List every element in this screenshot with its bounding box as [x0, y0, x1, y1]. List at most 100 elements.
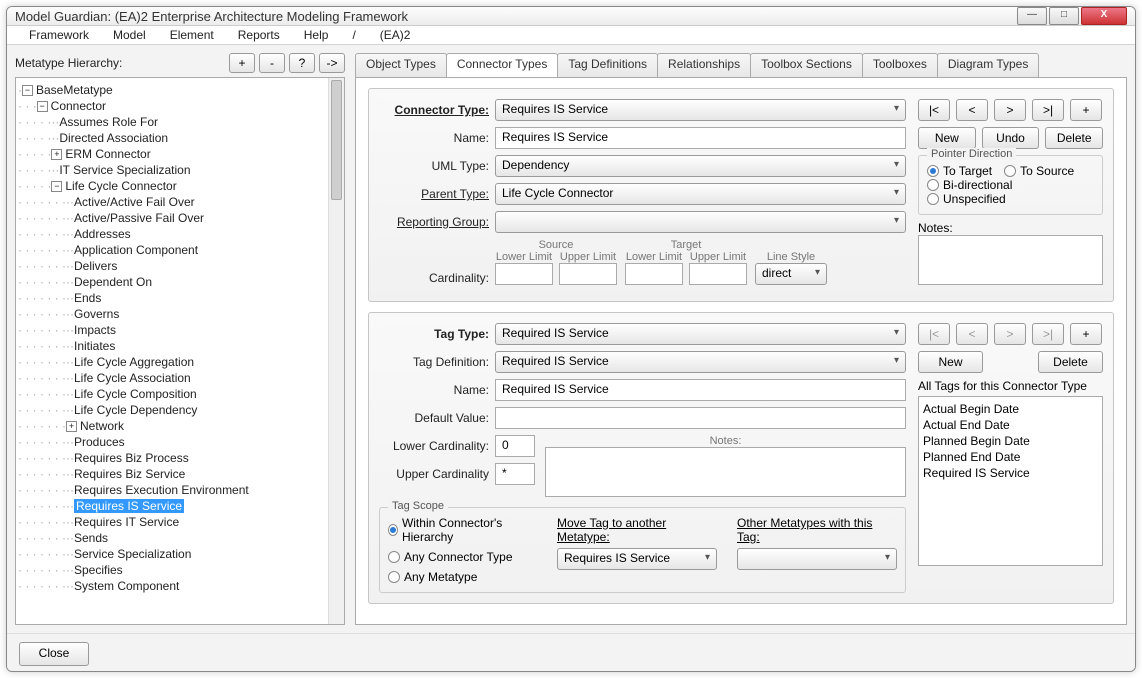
ct-nav-next[interactable]: > — [994, 99, 1026, 121]
tree-item[interactable]: · · · · · · · ·· Life Cycle Dependency — [18, 402, 342, 418]
tab-tag-definitions[interactable]: Tag Definitions — [557, 53, 658, 77]
tt-nav-next[interactable]: > — [994, 323, 1026, 345]
menu-sep: / — [342, 26, 365, 44]
tree-item[interactable]: · · · · · · · ·· Governs — [18, 306, 342, 322]
all-tags-listbox[interactable]: Actual Begin DateActual End DatePlanned … — [918, 396, 1103, 566]
tree-item[interactable]: · · · · · · · ·· Active/Active Fail Over — [18, 194, 342, 210]
tag-def-dropdown[interactable]: Required IS Service — [495, 351, 906, 373]
tree-item[interactable]: · · · · · · · ·· Life Cycle Association — [18, 370, 342, 386]
tree-item[interactable]: · · · · · · · ·· Specifies — [18, 562, 342, 578]
ct-nav-add[interactable]: + — [1070, 99, 1102, 121]
tab-toolbox-sections[interactable]: Toolbox Sections — [750, 53, 863, 77]
lower-card-input[interactable]: 0 — [495, 435, 535, 457]
tag-list-item[interactable]: Actual Begin Date — [923, 401, 1098, 417]
hierarchy-remove-button[interactable]: - — [259, 53, 285, 73]
source-lower-input[interactable] — [495, 263, 553, 285]
close-button[interactable]: Close — [19, 642, 89, 666]
pointer-to-source[interactable]: To Source — [1004, 164, 1074, 178]
menu-ea2[interactable]: (EA)2 — [370, 26, 421, 44]
source-upper-input[interactable] — [559, 263, 617, 285]
tree-item[interactable]: · · · · · · · ·· Dependent On — [18, 274, 342, 290]
tree-item[interactable]: · · · · · · · ·· Impacts — [18, 322, 342, 338]
connector-name-input[interactable]: Requires IS Service — [495, 127, 906, 149]
tag-notes-textarea[interactable] — [545, 447, 906, 497]
tree-item[interactable]: · · · · · · · ·· Requires IT Service — [18, 514, 342, 530]
tree-scrollbar[interactable] — [328, 78, 344, 624]
tt-nav-prev[interactable]: < — [956, 323, 988, 345]
tree-item[interactable]: · · · · · · · ·· System Component — [18, 578, 342, 594]
tt-nav-last[interactable]: >| — [1032, 323, 1064, 345]
ct-nav-last[interactable]: >| — [1032, 99, 1064, 121]
ct-new-button[interactable]: New — [918, 127, 976, 149]
tt-nav-first[interactable]: |< — [918, 323, 950, 345]
scope-within[interactable]: Within Connector's Hierarchy — [388, 516, 525, 544]
all-tags-title: All Tags for this Connector Type — [918, 379, 1103, 393]
pointer-to-target[interactable]: To Target — [927, 164, 992, 178]
tab-toolboxes[interactable]: Toolboxes — [862, 53, 938, 77]
tag-name-input[interactable]: Required IS Service — [495, 379, 906, 401]
ct-delete-button[interactable]: Delete — [1045, 127, 1103, 149]
tag-list-item[interactable]: Planned Begin Date — [923, 433, 1098, 449]
tab-object-types[interactable]: Object Types — [355, 53, 447, 77]
tag-list-item[interactable]: Actual End Date — [923, 417, 1098, 433]
scope-any-connector[interactable]: Any Connector Type — [388, 550, 525, 564]
tt-delete-button[interactable]: Delete — [1038, 351, 1103, 373]
line-style-dropdown[interactable]: direct — [755, 263, 827, 285]
parent-type-dropdown[interactable]: Life Cycle Connector — [495, 183, 906, 205]
uml-type-dropdown[interactable]: Dependency — [495, 155, 906, 177]
hierarchy-tree[interactable]: · −BaseMetatype· · · −Connector· · · · ·… — [15, 77, 345, 625]
menu-model[interactable]: Model — [103, 26, 156, 44]
default-value-input[interactable] — [495, 407, 906, 429]
tab-connector-types[interactable]: Connector Types — [446, 53, 559, 77]
tree-item[interactable]: · · · · · · · ·· Initiates — [18, 338, 342, 354]
tree-item[interactable]: · · · · · · · ·· Requires Biz Service — [18, 466, 342, 482]
hierarchy-help-button[interactable]: ? — [289, 53, 315, 73]
tree-item[interactable]: · · · · · · · ·· Sends — [18, 530, 342, 546]
scope-any-metatype[interactable]: Any Metatype — [388, 570, 525, 584]
tree-item[interactable]: · · · · · · · ·· Ends — [18, 290, 342, 306]
move-tag-dropdown[interactable]: Requires IS Service — [557, 548, 717, 570]
tt-nav-add[interactable]: + — [1070, 323, 1102, 345]
tree-item[interactable]: · · · · · · · ·· Requires Biz Process — [18, 450, 342, 466]
target-lower-input[interactable] — [625, 263, 683, 285]
tree-item[interactable]: · · · · · · · ·· Requires IS Service — [18, 498, 342, 514]
tag-list-item[interactable]: Planned End Date — [923, 449, 1098, 465]
connector-type-dropdown[interactable]: Requires IS Service — [495, 99, 906, 121]
tree-item[interactable]: · · · · · · · ·· Requires Execution Envi… — [18, 482, 342, 498]
ct-nav-prev[interactable]: < — [956, 99, 988, 121]
tree-item[interactable]: · · · · · · · ·· Life Cycle Composition — [18, 386, 342, 402]
menu-framework[interactable]: Framework — [19, 26, 99, 44]
hierarchy-add-button[interactable]: + — [229, 53, 255, 73]
tree-item[interactable]: · · · · · · · +Network — [18, 418, 342, 434]
tt-new-button[interactable]: New — [918, 351, 983, 373]
maximize-button[interactable]: □ — [1049, 7, 1079, 25]
tree-item[interactable]: · · · · · · · ·· Active/Passive Fail Ove… — [18, 210, 342, 226]
upper-card-input[interactable]: * — [495, 463, 535, 485]
hierarchy-go-button[interactable]: -> — [319, 53, 345, 73]
tree-item[interactable]: · · · · · · · ·· Delivers — [18, 258, 342, 274]
ct-undo-button[interactable]: Undo — [982, 127, 1040, 149]
close-window-button[interactable]: X — [1081, 7, 1127, 25]
tag-type-label: Tag Type: — [379, 327, 489, 341]
tab-diagram-types[interactable]: Diagram Types — [937, 53, 1039, 77]
reporting-group-dropdown[interactable] — [495, 211, 906, 233]
target-upper-input[interactable] — [689, 263, 747, 285]
tab-relationships[interactable]: Relationships — [657, 53, 751, 77]
tree-item[interactable]: · · · · · · · ·· Produces — [18, 434, 342, 450]
pointer-unspecified[interactable]: Unspecified — [927, 192, 1006, 206]
menu-reports[interactable]: Reports — [228, 26, 290, 44]
tag-type-dropdown[interactable]: Required IS Service — [495, 323, 906, 345]
pointer-bidirectional[interactable]: Bi-directional — [927, 178, 1012, 192]
lower-card-label: Lower Cardinality: — [379, 439, 489, 453]
menu-element[interactable]: Element — [160, 26, 224, 44]
tree-item[interactable]: · · · · · · · ·· Application Component — [18, 242, 342, 258]
ct-nav-first[interactable]: |< — [918, 99, 950, 121]
tree-item[interactable]: · · · · · · · ·· Addresses — [18, 226, 342, 242]
minimize-button[interactable]: — — [1017, 7, 1047, 25]
menu-help[interactable]: Help — [294, 26, 339, 44]
tree-item[interactable]: · · · · · · · ·· Service Specialization — [18, 546, 342, 562]
tag-list-item[interactable]: Required IS Service — [923, 465, 1098, 481]
connector-notes-textarea[interactable] — [918, 235, 1103, 285]
tree-item[interactable]: · · · · · · · ·· Life Cycle Aggregation — [18, 354, 342, 370]
other-metatypes-dropdown[interactable] — [737, 548, 897, 570]
